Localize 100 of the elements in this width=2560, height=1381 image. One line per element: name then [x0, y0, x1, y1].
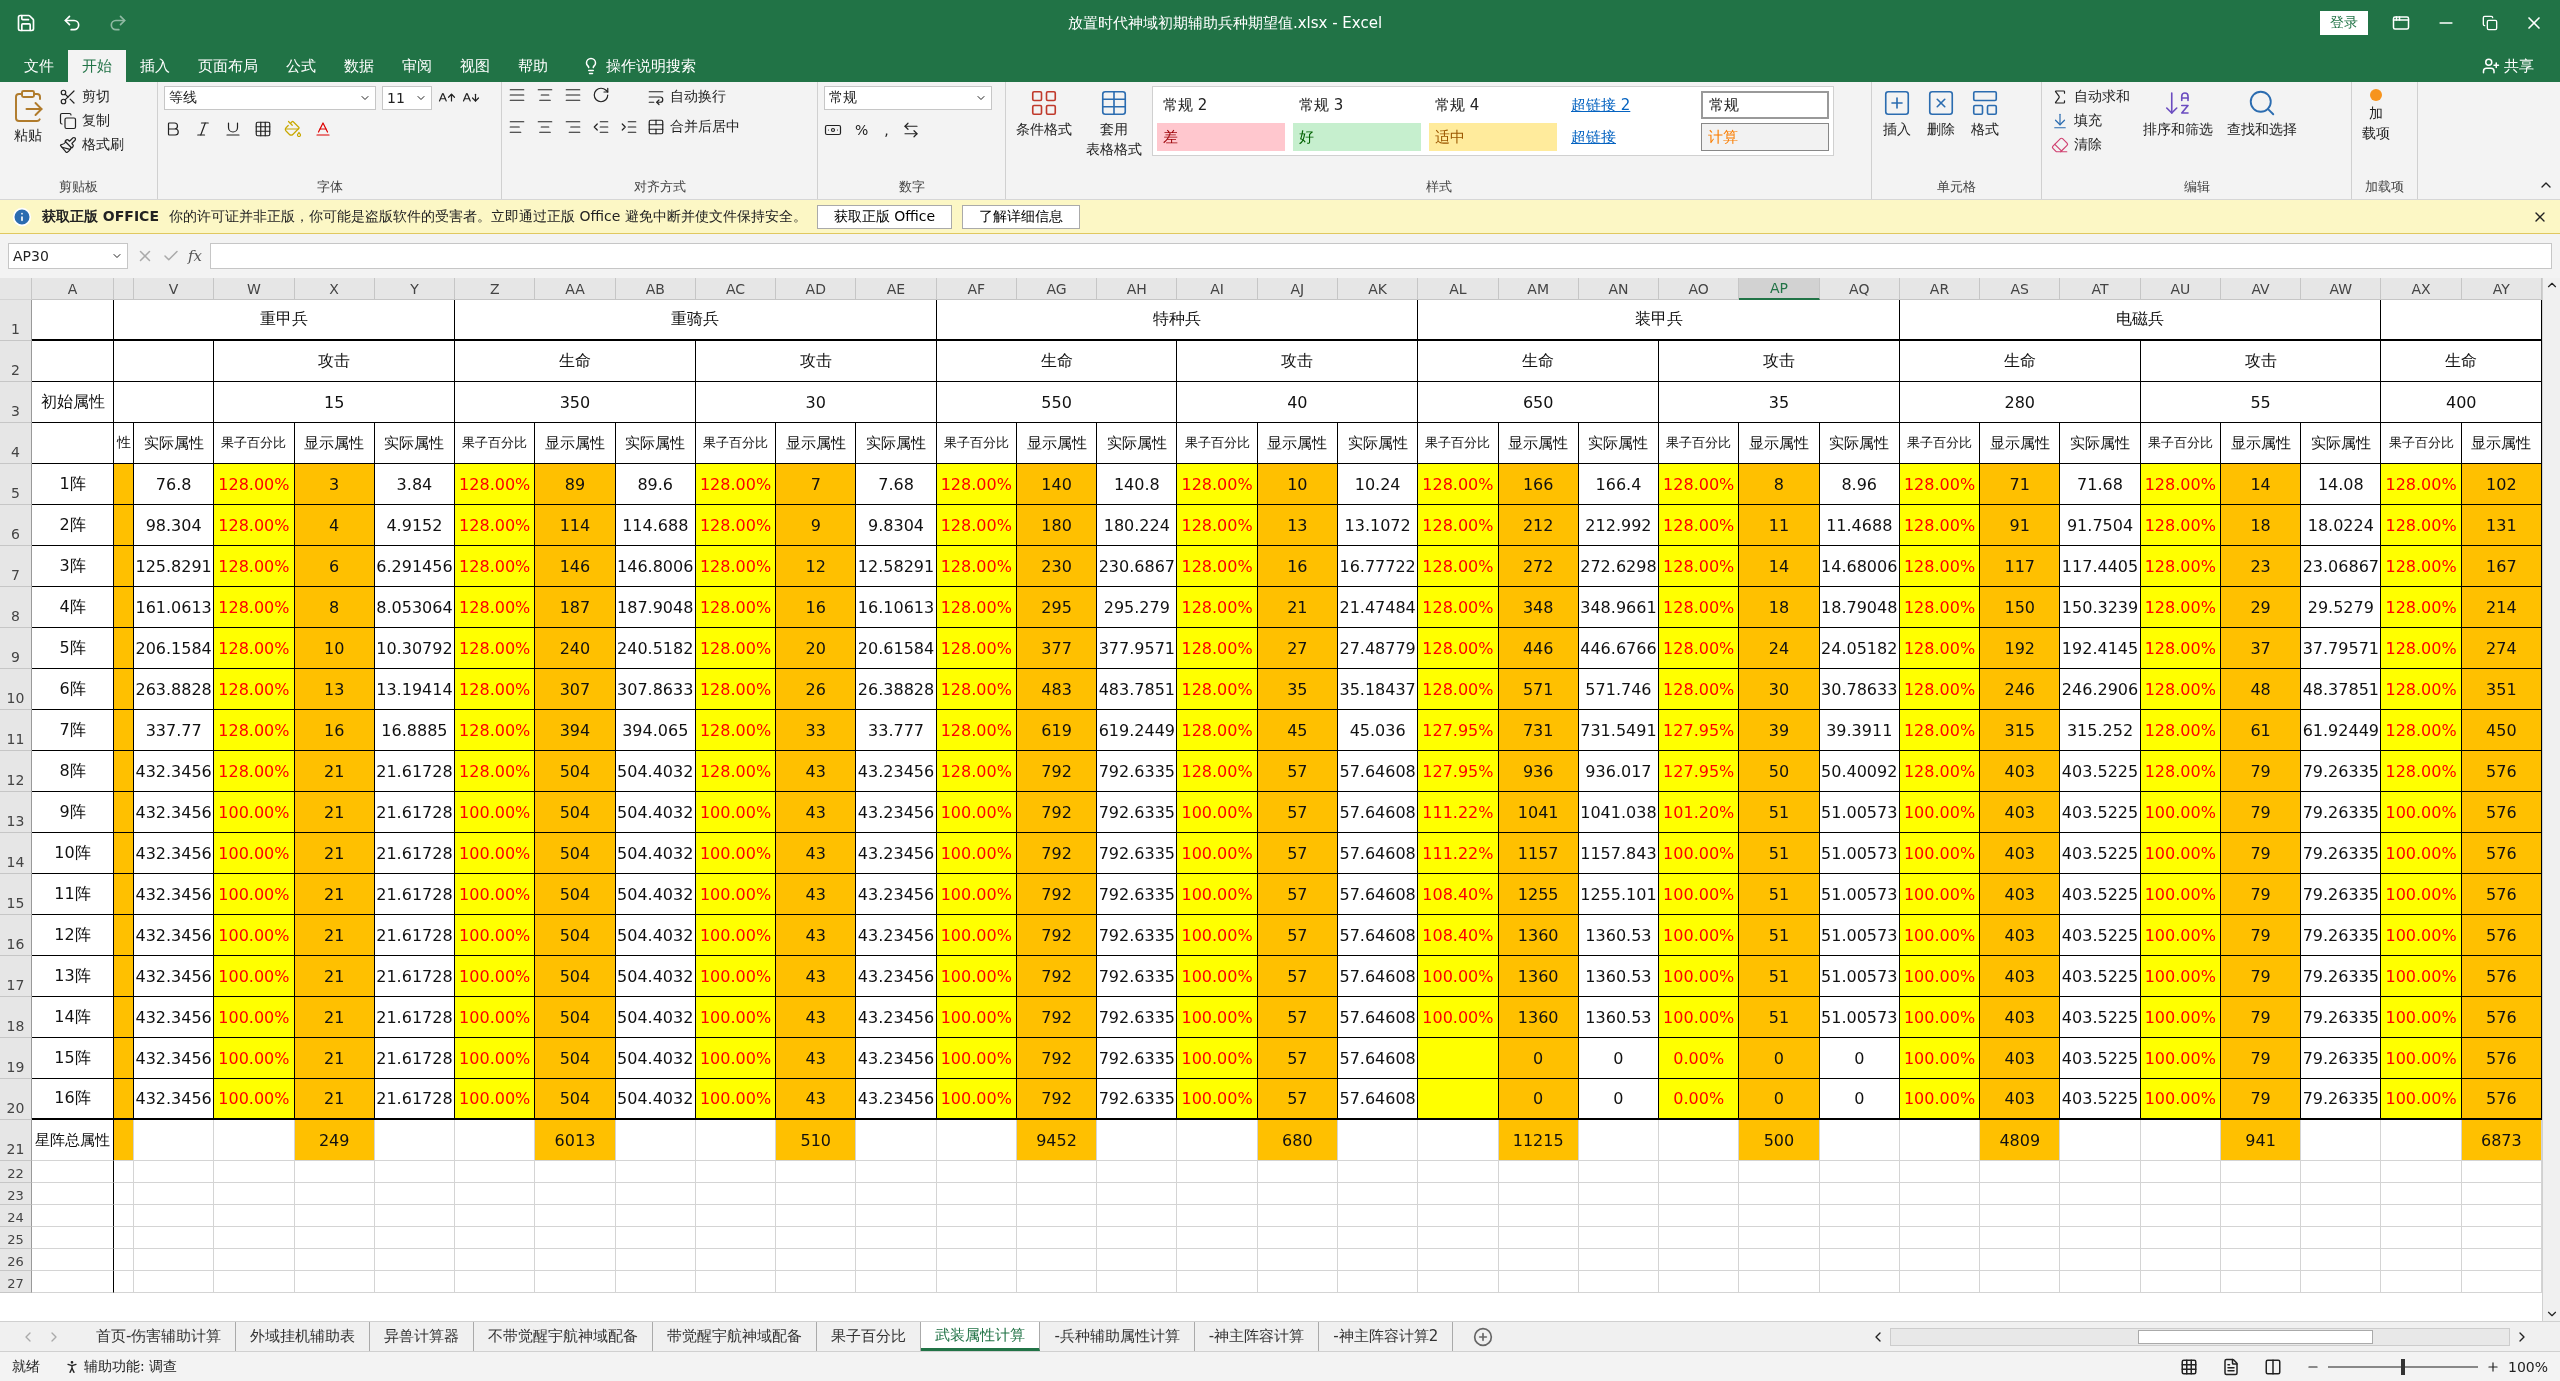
cells-button[interactable]: 删除 [1922, 86, 1960, 140]
column-header[interactable]: AH [1097, 278, 1178, 300]
column-header[interactable]: AI [1177, 278, 1258, 300]
column-header[interactable]: AA [535, 278, 616, 300]
row-header[interactable]: 2 [0, 341, 32, 382]
column-header[interactable]: AY [2461, 278, 2542, 300]
column-header[interactable]: AB [615, 278, 696, 300]
column-header[interactable]: AU [2140, 278, 2221, 300]
row-header[interactable]: 9 [0, 628, 32, 669]
cell-style[interactable]: 适中 [1429, 123, 1557, 151]
cells-button[interactable]: 格式 [1966, 86, 2004, 140]
row-header[interactable]: 7 [0, 546, 32, 587]
name-box[interactable]: AP30 [8, 243, 128, 269]
message-button[interactable]: 了解详细信息 [962, 204, 1081, 229]
add-ins-button[interactable]: 加 载项 [2358, 86, 2394, 144]
row-header[interactable]: 11 [0, 710, 32, 751]
menu-tab[interactable]: 插入 [126, 50, 184, 82]
row-header[interactable]: 1 [0, 300, 32, 341]
font-size-field[interactable]: 11 [382, 86, 432, 110]
accessibility-status[interactable]: 辅助功能: 调查 [84, 1357, 178, 1376]
column-header[interactable]: V [134, 278, 215, 300]
row-header[interactable]: 13 [0, 792, 32, 833]
column-header[interactable]: AW [2301, 278, 2382, 300]
menu-tab[interactable]: 视图 [446, 50, 504, 82]
number-style-button[interactable]: , [881, 120, 892, 140]
message-button[interactable]: 获取正版 Office [816, 204, 953, 229]
row-header[interactable]: 16 [0, 915, 32, 956]
column-header[interactable]: AR [1899, 278, 1981, 300]
row-header[interactable]: 26 [0, 1249, 32, 1271]
column-header[interactable]: AT [2060, 278, 2141, 300]
menu-tab[interactable]: 公式 [272, 50, 330, 82]
menu-tab[interactable]: 帮助 [504, 50, 562, 82]
menu-tab[interactable]: 审阅 [388, 50, 446, 82]
menu-tab[interactable]: 文件 [10, 50, 68, 82]
paste-button[interactable]: 粘贴 [6, 86, 50, 146]
find-select-button[interactable]: 查找和选择 [2223, 86, 2301, 140]
column-header[interactable]: AV [2220, 278, 2302, 300]
row-header[interactable]: 17 [0, 956, 32, 997]
clear-button[interactable]: 清除 [2048, 134, 2133, 156]
column-header[interactable]: AN [1578, 278, 1660, 300]
fill-button[interactable]: 填充 [2048, 110, 2133, 132]
merge-center-button[interactable]: 合并后居中 [644, 116, 743, 138]
row-header[interactable]: 4 [0, 423, 32, 464]
column-header[interactable]: AK [1338, 278, 1419, 300]
cells-button[interactable]: 插入 [1878, 86, 1916, 140]
row-header[interactable]: 5 [0, 464, 32, 505]
row-header[interactable]: 3 [0, 382, 32, 423]
column-header[interactable]: AO [1659, 278, 1740, 300]
insert-function-button[interactable]: fx [188, 247, 202, 265]
column-header[interactable]: AD [776, 278, 857, 300]
share-button[interactable]: 共享 [2476, 50, 2540, 82]
menu-tab[interactable]: 数据 [330, 50, 388, 82]
row-header[interactable]: 19 [0, 1038, 32, 1079]
cut-button[interactable]: 剪切 [56, 86, 127, 108]
font-name-field[interactable]: 等线 [164, 86, 376, 110]
row-header[interactable]: 22 [0, 1161, 32, 1183]
row-header[interactable]: 10 [0, 669, 32, 710]
row-header[interactable]: 25 [0, 1227, 32, 1249]
column-header[interactable]: AC [695, 278, 777, 300]
cell-style[interactable]: 差 [1157, 123, 1285, 151]
row-header[interactable]: 8 [0, 587, 32, 628]
row-header[interactable]: 14 [0, 833, 32, 874]
number-style-button[interactable]: % [852, 120, 872, 140]
row-header[interactable]: 12 [0, 751, 32, 792]
column-header[interactable]: AM [1498, 278, 1579, 300]
tell-me-search[interactable]: 操作说明搜索 [576, 50, 702, 82]
sheet-tab[interactable]: 武装属性计算 [921, 1322, 1041, 1351]
column-header[interactable]: AQ [1819, 278, 1900, 300]
row-header[interactable]: 24 [0, 1205, 32, 1227]
row-header[interactable]: 20 [0, 1079, 32, 1120]
column-header[interactable]: AX [2381, 278, 2462, 300]
row-header[interactable]: 15 [0, 874, 32, 915]
format-as-table-button[interactable]: 套用 表格格式 [1082, 86, 1146, 160]
column-header[interactable]: A [32, 278, 114, 300]
row-header[interactable]: 6 [0, 505, 32, 546]
column-header[interactable]: AL [1418, 278, 1499, 300]
row-header[interactable]: 21 [0, 1120, 32, 1161]
column-header[interactable]: AS [1980, 278, 2061, 300]
row-header[interactable]: 18 [0, 997, 32, 1038]
autosum-button[interactable]: 自动求和 [2048, 86, 2133, 108]
row-header[interactable]: 23 [0, 1183, 32, 1205]
column-header[interactable]: Y [374, 278, 456, 300]
column-header[interactable]: X [294, 278, 375, 300]
wrap-text-button[interactable]: 自动换行 [644, 86, 743, 108]
format-painter-button[interactable]: 格式刷 [56, 134, 127, 156]
column-header[interactable]: AG [1016, 278, 1098, 300]
cell-style[interactable]: 常规 [1701, 91, 1829, 119]
column-header[interactable]: AF [936, 278, 1017, 300]
sign-in-button[interactable]: 登录 [2320, 11, 2368, 35]
number-format-field[interactable]: 常规 [824, 86, 992, 110]
copy-button[interactable]: 复制 [56, 110, 127, 132]
menu-tab[interactable]: 开始 [68, 50, 126, 82]
cell-style[interactable]: 好 [1293, 123, 1421, 151]
column-header[interactable]: W [214, 278, 295, 300]
sort-filter-button[interactable]: 排序和筛选 [2139, 86, 2217, 140]
menu-tab[interactable]: 页面布局 [184, 50, 272, 82]
column-header[interactable]: AE [856, 278, 937, 300]
column-header[interactable]: Z [455, 278, 536, 300]
column-header[interactable]: AJ [1257, 278, 1338, 300]
row-header[interactable]: 27 [0, 1271, 32, 1293]
